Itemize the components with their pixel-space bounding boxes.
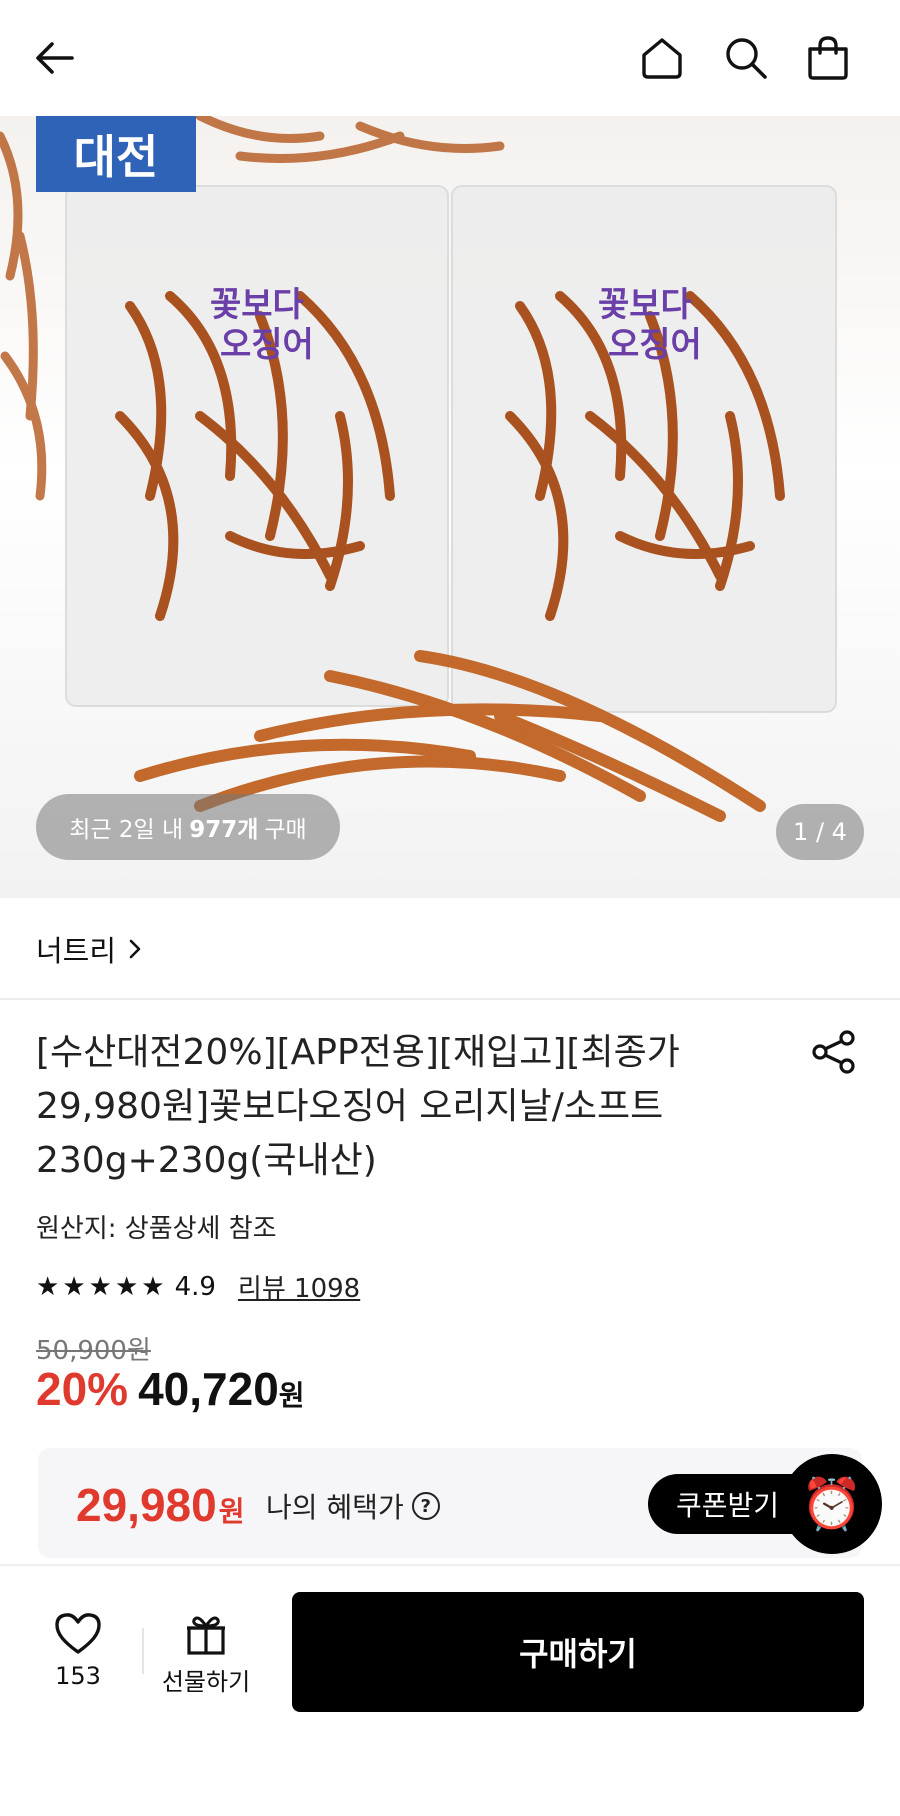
shopping-bag-icon (808, 36, 848, 80)
section-divider (0, 998, 900, 1000)
back-button[interactable] (24, 28, 84, 88)
svg-text:꽃보다: 꽃보다 (210, 285, 304, 325)
benefit-price-unit: 원 (218, 1495, 245, 1528)
gift-icon (187, 1616, 225, 1655)
star-icon: ★ (88, 1271, 112, 1302)
rating-value: 4.9 (174, 1271, 216, 1302)
benefit-label: 나의 혜택가 ? (266, 1486, 440, 1526)
search-icon (726, 38, 767, 79)
home-button[interactable] (632, 28, 692, 88)
vertical-divider (142, 1628, 144, 1674)
like-count: 153 (55, 1662, 101, 1690)
like-button[interactable]: 153 (40, 1612, 116, 1690)
heart-icon (55, 1613, 101, 1654)
recent-count: 977개 (189, 817, 259, 843)
benefit-price-box: 29,980 원 나의 혜택가 ? 쿠폰받기 ⏰ (38, 1448, 882, 1558)
product-image: 꽃보다오징어 꽃보다오징어 (0, 116, 837, 822)
sale-price: 40,720원 (138, 1362, 304, 1416)
gift-label: 선물하기 (161, 1668, 251, 1696)
page-indicator: 1 / 4 (776, 804, 864, 860)
arrow-left-icon (36, 42, 74, 74)
brand-link[interactable]: 너트리 (36, 928, 144, 970)
bottom-action-bar: 153 선물하기 구매하기 (0, 1566, 900, 1816)
recent-prefix: 최근 2일 내 (69, 817, 184, 843)
benefit-price: 29,980 원 (76, 1478, 244, 1532)
brand-name: 너트리 (36, 934, 117, 968)
search-button[interactable] (716, 28, 776, 88)
alarm-clock-icon[interactable]: ⏰ (782, 1454, 882, 1554)
rating-stars: ★ ★ ★ ★ ★ (36, 1272, 165, 1302)
svg-text:오징어: 오징어 (220, 325, 314, 365)
discount-rate: 20% (36, 1363, 129, 1415)
sale-price-unit: 원 (278, 1380, 305, 1411)
top-bar (0, 0, 900, 116)
share-button[interactable] (808, 1026, 860, 1078)
help-icon[interactable]: ? (411, 1492, 440, 1520)
event-badge: 대전 (36, 116, 196, 192)
svg-text:꽃보다: 꽃보다 (598, 285, 692, 325)
product-title: [수산대전20%][APP전용][재입고][최종가 29,980원]꽃보다오징어… (36, 1032, 680, 1181)
product-image-gallery[interactable]: 꽃보다 오징어 꽃보다 오징어 대전 최근 2일 내 977개 구매 1 / 4 (0, 116, 900, 898)
review-link[interactable]: 리뷰 1098 (238, 1268, 360, 1305)
home-icon (642, 38, 682, 79)
star-icon: ★ (62, 1271, 86, 1302)
star-icon: ★ (36, 1271, 60, 1302)
gift-button[interactable]: 선물하기 (158, 1612, 254, 1697)
origin-info: 원산지: 상품상세 참조 (36, 1214, 277, 1244)
chevron-right-icon (129, 939, 141, 959)
price-row: 20% 40,720원 (36, 1362, 305, 1416)
buy-button[interactable]: 구매하기 (292, 1592, 864, 1712)
benefit-price-number: 29,980 (76, 1479, 217, 1531)
cart-button[interactable] (798, 28, 858, 88)
share-icon (812, 1030, 855, 1074)
star-icon: ★ (114, 1271, 139, 1302)
benefit-label-text: 나의 혜택가 (266, 1491, 404, 1524)
recent-purchase-badge: 최근 2일 내 977개 구매 (36, 794, 340, 860)
rating-row: ★ ★ ★ ★ ★ 4.9 리뷰 1098 (36, 1268, 360, 1305)
svg-text:오징어: 오징어 (608, 325, 702, 365)
sale-price-number: 40,720 (138, 1363, 279, 1415)
star-icon: ★ (141, 1271, 165, 1302)
recent-suffix: 구매 (264, 817, 307, 843)
